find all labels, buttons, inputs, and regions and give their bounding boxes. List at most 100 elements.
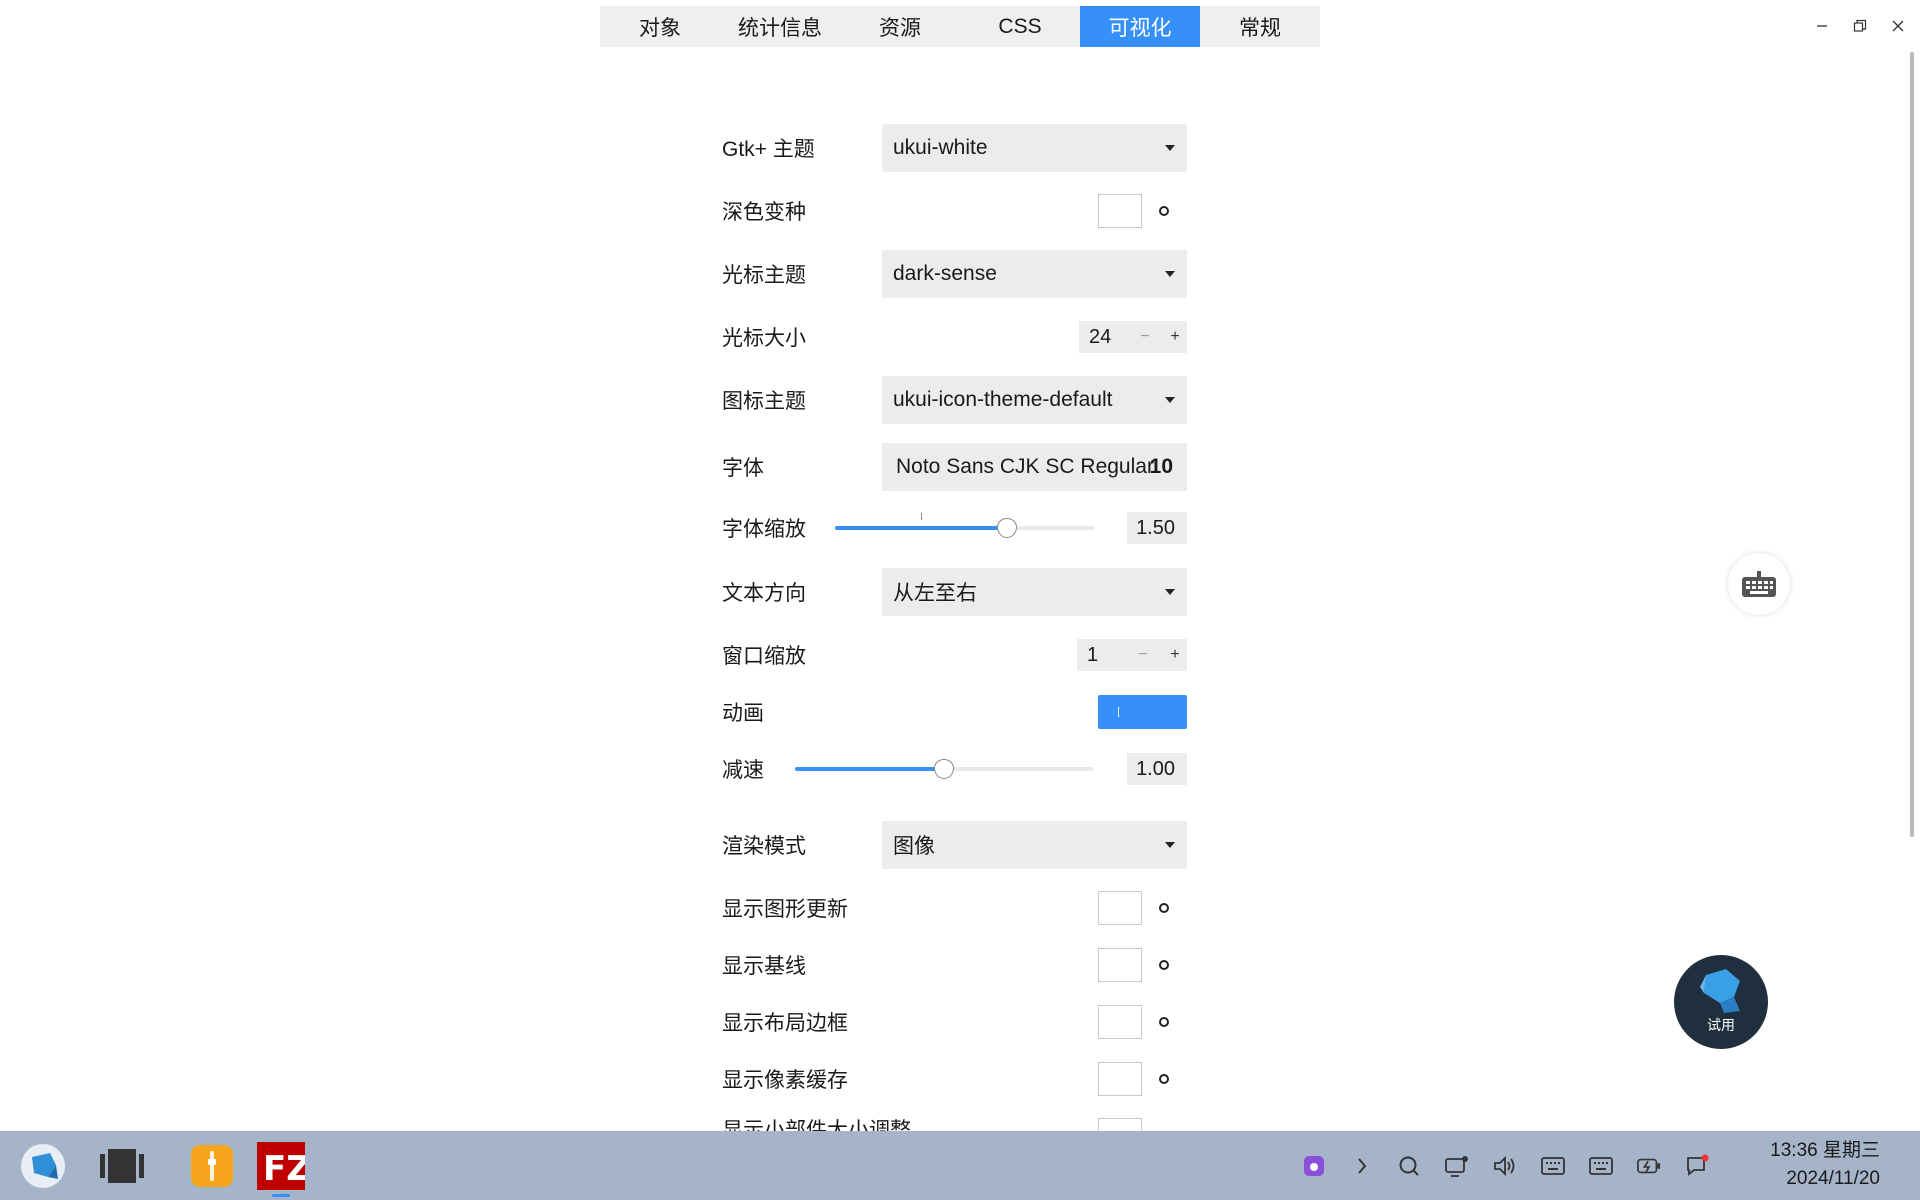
- tray-power-button[interactable]: [1637, 1154, 1661, 1178]
- cursor-size-decrement-button[interactable]: −: [1135, 328, 1155, 346]
- slowdown-slider-fill: [795, 767, 944, 771]
- filezilla-icon: FZ: [257, 1142, 305, 1190]
- show-pixel-cache-checkbox[interactable]: [1098, 1062, 1142, 1096]
- gtk-theme-row: Gtk+ 主题 ukui-white: [722, 124, 1187, 172]
- tab-bar: 对象 统计信息 资源 CSS 可视化 常规: [600, 6, 1320, 47]
- clock-date: 2024/11/20: [1786, 1168, 1880, 1189]
- tab-general[interactable]: 常规: [1200, 6, 1320, 47]
- close-icon: [1892, 20, 1904, 32]
- taskbar: FZ 13:36 星期三 2024/11/20: [0, 1131, 1920, 1200]
- show-layout-borders-row: 显示布局边框: [722, 998, 1187, 1046]
- font-scale-value-field[interactable]: 1.50: [1127, 512, 1187, 544]
- text-direction-label: 文本方向: [722, 582, 806, 605]
- cursor-theme-label: 光标主题: [722, 264, 806, 287]
- icon-theme-combo[interactable]: ukui-icon-theme-default: [882, 376, 1187, 424]
- icon-theme-row: 图标主题 ukui-icon-theme-default: [722, 376, 1187, 424]
- cursor-size-increment-button[interactable]: +: [1165, 328, 1185, 346]
- window-scale-increment-button[interactable]: +: [1165, 646, 1185, 664]
- cursor-theme-combo[interactable]: dark-sense: [882, 250, 1187, 298]
- font-size-value: 10: [1149, 455, 1173, 478]
- close-button[interactable]: [1884, 12, 1912, 40]
- battery-charging-icon: [1637, 1158, 1661, 1174]
- show-baselines-row: 显示基线: [722, 941, 1187, 989]
- filezilla-button[interactable]: FZ: [256, 1141, 306, 1197]
- font-scale-default-mark: [921, 513, 922, 520]
- virtual-keyboard-icon: [1589, 1157, 1613, 1175]
- dark-variant-checkbox[interactable]: [1098, 194, 1142, 228]
- active-app-indicator: [272, 1194, 290, 1197]
- slowdown-slider-handle[interactable]: [934, 759, 954, 779]
- tray-virtual-keyboard-button[interactable]: [1589, 1154, 1613, 1178]
- font-scale-slider-handle[interactable]: [996, 518, 1017, 538]
- cursor-size-spinbutton[interactable]: 24 − +: [1079, 321, 1187, 353]
- mascot-icon: [1700, 969, 1740, 1013]
- show-widget-resize-checkbox[interactable]: [1098, 1118, 1142, 1131]
- render-mode-combo[interactable]: 图像: [882, 821, 1187, 869]
- trial-floating-button[interactable]: 试用: [1674, 955, 1768, 1049]
- tray-notification-button[interactable]: [1685, 1154, 1709, 1178]
- dropdown-arrow-icon: [1165, 145, 1175, 151]
- tab-resources[interactable]: 资源: [840, 6, 960, 47]
- tab-statistics[interactable]: 统计信息: [720, 6, 840, 47]
- icon-theme-label: 图标主题: [722, 390, 806, 413]
- minimize-button[interactable]: [1808, 12, 1836, 40]
- tab-css[interactable]: CSS: [960, 6, 1080, 47]
- file-manager-icon: [191, 1145, 233, 1187]
- render-mode-row: 渲染模式 图像: [722, 821, 1187, 869]
- text-direction-combo[interactable]: 从左至右: [882, 568, 1187, 616]
- tray-input-method-button[interactable]: [1541, 1154, 1565, 1178]
- trial-label: 试用: [1707, 1017, 1735, 1033]
- show-widget-resize-label: 显示小部件大小调整: [722, 1119, 911, 1131]
- font-scale-slider[interactable]: [835, 513, 1095, 538]
- window-scale-value: 1: [1087, 643, 1099, 666]
- switch-on-indicator-icon: [1118, 707, 1119, 717]
- slowdown-value-field[interactable]: 1.00: [1127, 753, 1187, 785]
- svg-text:FZ: FZ: [263, 1149, 305, 1189]
- search-icon: [1399, 1156, 1419, 1176]
- show-layout-borders-label: 显示布局边框: [722, 1012, 848, 1035]
- show-baselines-label: 显示基线: [722, 955, 806, 978]
- file-manager-button[interactable]: [187, 1141, 237, 1191]
- dark-variant-indicator-icon: [1159, 206, 1169, 216]
- icon-theme-value: ukui-icon-theme-default: [893, 388, 1113, 411]
- tab-objects[interactable]: 对象: [600, 6, 720, 47]
- tray-screenshot-button[interactable]: [1302, 1154, 1326, 1178]
- font-chooser-button[interactable]: Noto Sans CJK SC Regular 10: [882, 443, 1187, 491]
- vertical-scrollbar[interactable]: [1910, 52, 1914, 837]
- virtual-keyboard-button[interactable]: [1728, 553, 1790, 615]
- window-scale-spinbutton[interactable]: 1 − +: [1077, 639, 1187, 671]
- tray-expand-button[interactable]: [1350, 1154, 1374, 1178]
- slowdown-label: 减速: [722, 759, 764, 782]
- tray-search-button[interactable]: [1397, 1154, 1421, 1178]
- keyboard-icon: [1541, 1157, 1565, 1175]
- show-layout-borders-indicator-icon: [1159, 1017, 1169, 1027]
- dropdown-arrow-icon: [1165, 271, 1175, 277]
- dropdown-arrow-icon: [1165, 842, 1175, 848]
- gtk-theme-combo[interactable]: ukui-white: [882, 124, 1187, 172]
- show-graphic-updates-checkbox[interactable]: [1098, 891, 1142, 925]
- restore-button[interactable]: [1846, 12, 1874, 40]
- keyboard-icon: [1742, 571, 1776, 597]
- kylin-logo-icon: [21, 1144, 65, 1188]
- show-layout-borders-checkbox[interactable]: [1098, 1005, 1142, 1039]
- animation-switch[interactable]: [1098, 695, 1187, 729]
- dark-variant-row: 深色变种: [722, 187, 1187, 235]
- slowdown-slider[interactable]: [795, 759, 1093, 779]
- window-scale-decrement-button[interactable]: −: [1133, 646, 1153, 664]
- show-baselines-checkbox[interactable]: [1098, 948, 1142, 982]
- start-menu-button[interactable]: [18, 1141, 68, 1191]
- dropdown-arrow-icon: [1165, 589, 1175, 595]
- window-scale-row: 窗口缩放 1 − +: [722, 631, 1187, 679]
- font-label: 字体: [722, 457, 764, 480]
- tab-visual[interactable]: 可视化: [1080, 6, 1200, 47]
- font-scale-row: 字体缩放 1.50: [722, 504, 1187, 552]
- tray-network-button[interactable]: [1445, 1154, 1469, 1178]
- render-mode-label: 渲染模式: [722, 835, 806, 858]
- show-graphic-updates-indicator-icon: [1159, 903, 1169, 913]
- show-pixel-cache-label: 显示像素缓存: [722, 1069, 848, 1092]
- font-family-value: Noto Sans CJK SC Regular: [896, 455, 1154, 478]
- multitask-view-icon: [100, 1149, 144, 1183]
- clock[interactable]: 13:36 星期三 2024/11/20: [1740, 1137, 1880, 1193]
- tray-volume-button[interactable]: [1493, 1154, 1517, 1178]
- multitask-view-button[interactable]: [97, 1141, 147, 1191]
